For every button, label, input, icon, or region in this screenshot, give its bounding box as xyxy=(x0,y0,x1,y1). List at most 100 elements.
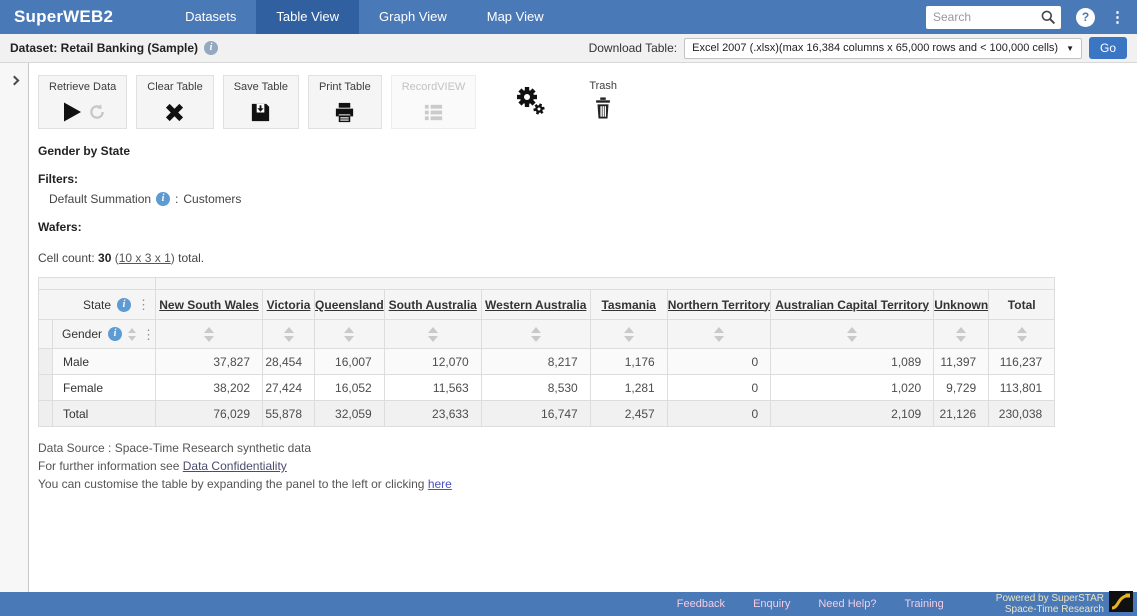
recordview-button[interactable]: RecordVIEW xyxy=(391,75,477,129)
print-table-button[interactable]: Print Table xyxy=(308,75,382,129)
row-label: Female xyxy=(53,375,156,401)
content-row: Retrieve Data Clear Table Save Table Pri… xyxy=(0,63,1137,592)
table-row-female: Female 38,202 27,424 16,052 11,563 8,530… xyxy=(39,375,1055,401)
filter-name: Default Summation xyxy=(49,192,151,206)
cell-value: 21,126 xyxy=(934,401,989,427)
cell-count-link[interactable]: 10 x 3 x 1 xyxy=(119,251,171,265)
cell-value: 8,217 xyxy=(481,349,590,375)
row-label: Male xyxy=(53,349,156,375)
table-options-button[interactable] xyxy=(515,75,547,129)
retrieve-data-label: Retrieve Data xyxy=(49,81,116,93)
cell-value: 32,059 xyxy=(315,401,385,427)
column-header-vic[interactable]: Victoria xyxy=(267,298,311,312)
recordview-label: RecordVIEW xyxy=(402,81,466,93)
cell-value: 28,454 xyxy=(263,349,315,375)
filters-heading: Filters: xyxy=(38,172,1137,186)
printer-icon xyxy=(333,101,356,124)
confidentiality-note: For further information see Data Confide… xyxy=(38,457,1137,475)
clear-table-button[interactable]: Clear Table xyxy=(136,75,213,129)
dataset-title-text: Dataset: Retail Banking (Sample) xyxy=(10,41,198,55)
filter-info-icon[interactable] xyxy=(156,192,170,206)
refresh-icon xyxy=(88,103,106,121)
dataset-info-icon[interactable] xyxy=(204,41,218,55)
cell-value: 2,457 xyxy=(590,401,667,427)
table-top-strip xyxy=(39,278,1055,290)
gender-sort-icon[interactable] xyxy=(128,328,136,341)
column-header-unknown[interactable]: Unknown xyxy=(934,298,988,312)
expand-panel-icon[interactable] xyxy=(9,76,19,86)
sort-icon[interactable] xyxy=(344,327,354,342)
column-header-tas[interactable]: Tasmania xyxy=(601,298,655,312)
nav-item-map-view[interactable]: Map View xyxy=(467,0,564,34)
customise-here-link[interactable]: here xyxy=(428,477,452,491)
column-header-wa[interactable]: Western Australia xyxy=(485,298,586,312)
cell-count-suffix: total. xyxy=(178,251,204,265)
cell-value: 12,070 xyxy=(384,349,481,375)
gears-icon xyxy=(515,84,547,121)
download-group: Download Table: Excel 2007 (.xlsx)(max 1… xyxy=(589,37,1127,59)
row-dimension-label: Gender xyxy=(62,327,102,341)
customise-note: You can customise the table by expanding… xyxy=(38,475,1137,493)
print-table-label: Print Table xyxy=(319,81,371,93)
cell-count-value: 30 xyxy=(98,251,111,265)
search-icon[interactable] xyxy=(1040,9,1056,25)
wafers-heading: Wafers: xyxy=(38,220,1137,234)
cell-value: 23,633 xyxy=(384,401,481,427)
cell-value: 37,827 xyxy=(156,349,263,375)
sort-icon[interactable] xyxy=(428,327,438,342)
cell-value: 16,007 xyxy=(315,349,385,375)
nav-item-datasets[interactable]: Datasets xyxy=(165,0,256,34)
overflow-menu-icon[interactable] xyxy=(1110,10,1125,25)
column-header-sa[interactable]: South Australia xyxy=(389,298,477,312)
download-format-select[interactable]: Excel 2007 (.xlsx)(max 16,384 columns x … xyxy=(684,38,1082,59)
column-header-qld[interactable]: Queensland xyxy=(315,298,384,312)
sort-icon[interactable] xyxy=(1017,327,1027,342)
state-info-icon[interactable] xyxy=(117,298,131,312)
app-logo[interactable]: SuperWEB2 xyxy=(0,0,129,34)
cell-count-line: Cell count: 30 (10 x 3 x 1) total. xyxy=(38,251,1137,265)
sort-icon[interactable] xyxy=(284,327,294,342)
row-dimension-row: Gender xyxy=(39,320,1055,349)
search-input[interactable] xyxy=(933,10,1040,24)
cell-value: 76,029 xyxy=(156,401,263,427)
sort-icon[interactable] xyxy=(531,327,541,342)
gender-info-icon[interactable] xyxy=(108,327,122,341)
sort-icon[interactable] xyxy=(624,327,634,342)
powered-line-1: Powered by SuperSTAR xyxy=(996,593,1104,604)
bottom-bar: Feedback Enquiry Need Help? Training Pow… xyxy=(0,592,1137,616)
retrieve-data-button[interactable]: Retrieve Data xyxy=(38,75,127,129)
state-menu-icon[interactable] xyxy=(137,298,150,311)
column-header-nt[interactable]: Northern Territory xyxy=(668,298,770,312)
nav-item-graph-view[interactable]: Graph View xyxy=(359,0,467,34)
table-row-total: Total 76,029 55,878 32,059 23,633 16,747… xyxy=(39,401,1055,427)
cell-value: 11,397 xyxy=(934,349,989,375)
superweb2-app: SuperWEB2 Datasets Table View Graph View… xyxy=(0,0,1137,616)
training-link[interactable]: Training xyxy=(904,598,943,610)
sort-icon[interactable] xyxy=(956,327,966,342)
cell-value: 116,237 xyxy=(989,349,1055,375)
table-view-main: Retrieve Data Clear Table Save Table Pri… xyxy=(29,63,1137,592)
sort-icon[interactable] xyxy=(714,327,724,342)
need-help-link[interactable]: Need Help? xyxy=(818,598,876,610)
column-header-act[interactable]: Australian Capital Territory xyxy=(775,298,929,312)
cell-value: 0 xyxy=(667,349,770,375)
go-button[interactable]: Go xyxy=(1089,37,1127,59)
clear-x-icon xyxy=(163,101,186,124)
cell-value: 16,052 xyxy=(315,375,385,401)
trash-button[interactable]: Trash xyxy=(589,75,617,129)
main-nav: Datasets Table View Graph View Map View xyxy=(165,0,563,34)
save-table-button[interactable]: Save Table xyxy=(223,75,299,129)
data-confidentiality-link[interactable]: Data Confidentiality xyxy=(183,459,287,473)
feedback-link[interactable]: Feedback xyxy=(677,598,725,610)
sort-icon[interactable] xyxy=(204,327,214,342)
cell-value: 27,424 xyxy=(263,375,315,401)
column-header-row: State New South Wales Victoria Queenslan… xyxy=(39,290,1055,320)
enquiry-link[interactable]: Enquiry xyxy=(753,598,790,610)
cell-value: 1,089 xyxy=(771,349,934,375)
nav-item-table-view[interactable]: Table View xyxy=(256,0,359,34)
column-header-nsw[interactable]: New South Wales xyxy=(159,298,259,312)
help-icon[interactable] xyxy=(1076,8,1095,27)
cell-value: 1,176 xyxy=(590,349,667,375)
gender-menu-icon[interactable] xyxy=(142,328,155,341)
sort-icon[interactable] xyxy=(847,327,857,342)
